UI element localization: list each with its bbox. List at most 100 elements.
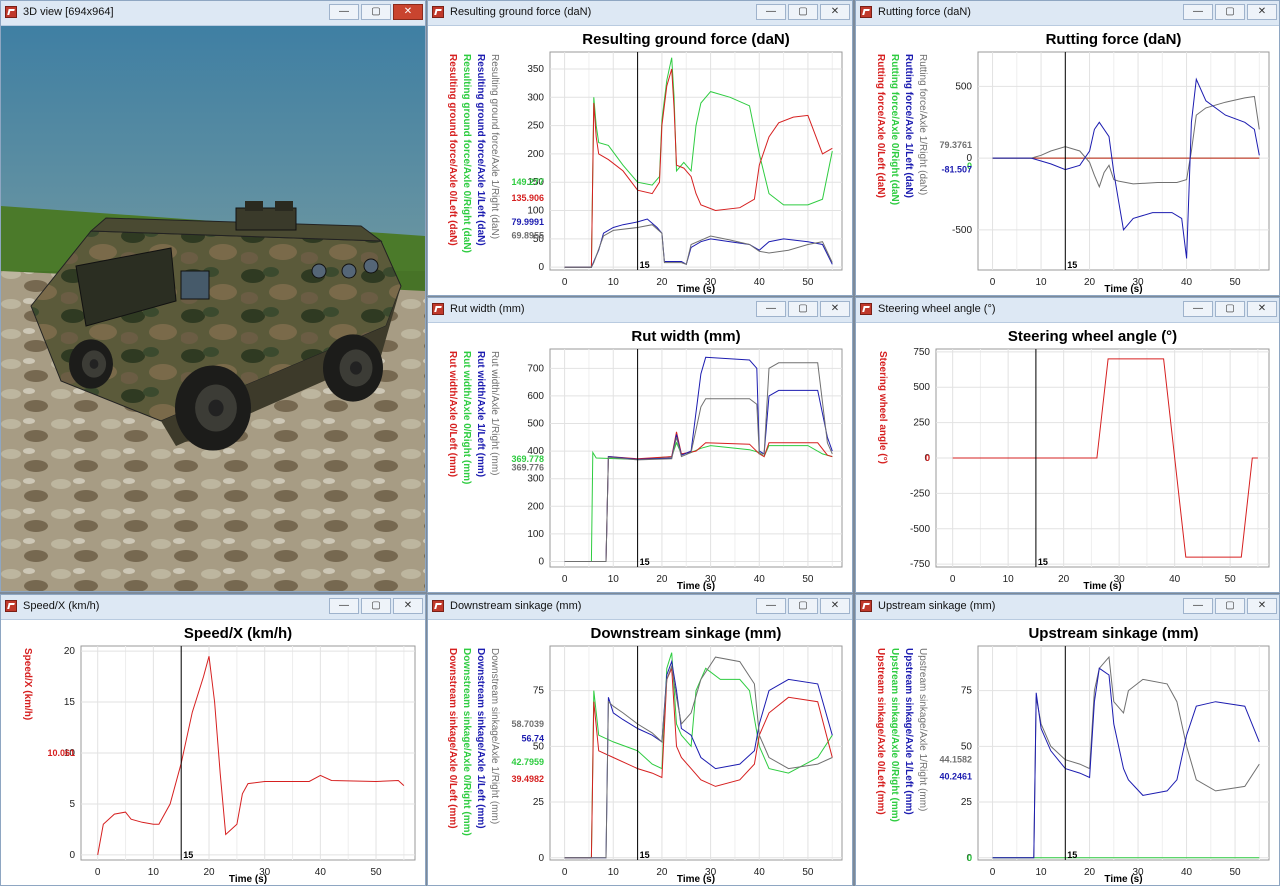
legend: Steering wheel angle (°) bbox=[877, 351, 888, 464]
window-ground[interactable]: Resulting ground force (daN) — ▢ ✕ Resulting… bbox=[427, 0, 853, 296]
value-readout: 79.3761 bbox=[939, 140, 972, 150]
value-readout: 58.7039 bbox=[511, 719, 544, 729]
legend-entry: Steering wheel angle (°) bbox=[877, 351, 888, 464]
maximize-button[interactable]: ▢ bbox=[788, 4, 818, 20]
close-button[interactable]: ✕ bbox=[820, 598, 850, 614]
x-axis-label: Time (s) bbox=[1104, 874, 1142, 885]
window-rutting[interactable]: Rutting force (daN) — ▢ ✕ Rutting force (daN… bbox=[855, 0, 1280, 296]
y-tick-label: 700 bbox=[527, 363, 544, 374]
cursor-label: 15 bbox=[640, 850, 650, 860]
window-up[interactable]: Upstream sinkage (mm) — ▢ ✕ Upstream sinkage… bbox=[855, 594, 1280, 886]
legend-entry: Downstream sinkage/Axle 0/Right (mm) bbox=[461, 648, 472, 836]
window-titlebar[interactable]: Rutting force (daN) — ▢ ✕ bbox=[856, 1, 1279, 26]
x-tick-label: 40 bbox=[754, 867, 766, 878]
maximize-button[interactable]: ▢ bbox=[1215, 598, 1245, 614]
chart-steer[interactable]: Steering wheel angle (°)0 10 20 30 40 50-750-… bbox=[856, 323, 1279, 593]
x-tick-label: 10 bbox=[608, 574, 620, 585]
minimize-button[interactable]: — bbox=[1183, 301, 1213, 317]
x-tick-label: 0 bbox=[990, 867, 996, 878]
app-icon bbox=[432, 303, 444, 315]
maximize-button[interactable]: ▢ bbox=[361, 4, 391, 20]
legend: Upstream sinkage/Axle 1/Right (mm)Upstre… bbox=[875, 648, 928, 822]
window-steer[interactable]: Steering wheel angle (°) — ▢ ✕ Steering whee… bbox=[855, 297, 1280, 593]
close-button[interactable]: ✕ bbox=[1247, 301, 1277, 317]
minimize-button[interactable]: — bbox=[329, 598, 359, 614]
maximize-button[interactable]: ▢ bbox=[1215, 4, 1245, 20]
value-readout: 69.8955 bbox=[511, 231, 544, 241]
chart-title: Steering wheel angle (°) bbox=[1008, 328, 1177, 345]
x-tick-label: 50 bbox=[1229, 277, 1241, 288]
window-titlebar[interactable]: Downstream sinkage (mm) — ▢ ✕ bbox=[428, 595, 852, 620]
window-content bbox=[1, 26, 425, 591]
window-content: Speed/X (km/h) 0 10 20 30 40 50 0 5 10 15 20 Time (s… bbox=[1, 620, 425, 885]
x-axis-label: Time (s) bbox=[1104, 284, 1142, 295]
close-button[interactable]: ✕ bbox=[1247, 4, 1277, 20]
x-tick-label: 10 bbox=[608, 277, 620, 288]
y-tick-label: 50 bbox=[961, 741, 973, 752]
y-tick-label: 0 bbox=[538, 853, 544, 864]
window-titlebar[interactable]: Rut width (mm) — ▢ ✕ bbox=[428, 298, 852, 323]
maximize-button[interactable]: ▢ bbox=[361, 598, 391, 614]
legend: Downstream sinkage/Axle 1/Right (mm)Down… bbox=[447, 648, 500, 836]
maximize-button[interactable]: ▢ bbox=[788, 598, 818, 614]
chart-down[interactable]: Downstream sinkage (mm)0 10 20 30 40 50025507… bbox=[428, 620, 852, 886]
chart-rutting[interactable]: Rutting force (daN)0 10 20 30 40 50-5000500Ti… bbox=[856, 26, 1279, 296]
minimize-button[interactable]: — bbox=[1183, 4, 1213, 20]
close-button[interactable]: ✕ bbox=[393, 4, 423, 20]
legend-entry: Rut width/Axle 0/Left (mm) bbox=[447, 351, 458, 477]
window-title: Upstream sinkage (mm) bbox=[878, 600, 996, 612]
close-button[interactable]: ✕ bbox=[393, 598, 423, 614]
value-readout: 369.776 bbox=[511, 463, 544, 473]
y-tick-label: 500 bbox=[955, 81, 972, 92]
y-tick-label: 75 bbox=[961, 686, 973, 697]
x-axis-label: Time (s) bbox=[229, 874, 267, 885]
close-button[interactable]: ✕ bbox=[1247, 598, 1277, 614]
y-tick-label: 250 bbox=[527, 121, 544, 132]
x-tick-label: 20 bbox=[1058, 574, 1070, 585]
chart-up[interactable]: Upstream sinkage (mm)0 10 20 30 40 500255075T… bbox=[856, 620, 1279, 886]
y-tick-label: 20 bbox=[64, 646, 76, 657]
close-button[interactable]: ✕ bbox=[820, 4, 850, 20]
legend-entry: Speed/X (km/h) bbox=[22, 648, 33, 720]
window-down[interactable]: Downstream sinkage (mm) — ▢ ✕ Downstream sin… bbox=[427, 594, 853, 886]
window-speed[interactable]: Speed/X (km/h) — ▢ ✕ Speed/X (km/h) 0 10 20 30 40… bbox=[0, 594, 426, 886]
x-tick-label: 40 bbox=[754, 574, 766, 585]
y-tick-label: 300 bbox=[527, 474, 544, 485]
minimize-button[interactable]: — bbox=[756, 598, 786, 614]
window-title: Speed/X (km/h) bbox=[23, 600, 100, 612]
x-tick-label: 0 bbox=[950, 574, 956, 585]
3d-scene[interactable] bbox=[1, 26, 425, 592]
x-tick-label: 0 bbox=[562, 277, 568, 288]
y-tick-label: 300 bbox=[527, 92, 544, 103]
x-tick-label: 40 bbox=[1181, 277, 1193, 288]
maximize-button[interactable]: ▢ bbox=[788, 301, 818, 317]
chart-speed[interactable]: Speed/X (km/h)0 10 20 30 40 5005101520Time (s… bbox=[1, 620, 425, 886]
y-tick-label: 25 bbox=[533, 797, 545, 808]
window-rutwidth[interactable]: Rut width (mm) — ▢ ✕ Rut width (mm) 0 10 20 30 40… bbox=[427, 297, 853, 593]
cursor-label: 15 bbox=[1038, 557, 1048, 567]
window-title: Rutting force (daN) bbox=[878, 6, 971, 18]
window-view3d[interactable]: 3D view [694x964] — ▢ ✕ bbox=[0, 0, 426, 592]
x-tick-label: 40 bbox=[1169, 574, 1181, 585]
minimize-button[interactable]: — bbox=[329, 4, 359, 20]
window-titlebar[interactable]: 3D view [694x964] — ▢ ✕ bbox=[1, 1, 425, 26]
chart-ground[interactable]: Resulting ground force (daN)0 10 20 30 40 500… bbox=[428, 26, 852, 296]
close-button[interactable]: ✕ bbox=[820, 301, 850, 317]
value-readout: 10.061 bbox=[47, 748, 75, 758]
minimize-button[interactable]: — bbox=[756, 4, 786, 20]
window-titlebar[interactable]: Speed/X (km/h) — ▢ ✕ bbox=[1, 595, 425, 620]
window-titlebar[interactable]: Steering wheel angle (°) — ▢ ✕ bbox=[856, 298, 1279, 323]
maximize-button[interactable]: ▢ bbox=[1215, 301, 1245, 317]
x-tick-label: 40 bbox=[315, 867, 327, 878]
x-tick-label: 50 bbox=[802, 867, 814, 878]
x-tick-label: 0 bbox=[562, 867, 568, 878]
y-tick-label: 75 bbox=[533, 686, 545, 697]
window-titlebar[interactable]: Upstream sinkage (mm) — ▢ ✕ bbox=[856, 595, 1279, 620]
chart-rutwidth[interactable]: Rut width (mm)0 10 20 30 40 50010020030040050… bbox=[428, 323, 852, 593]
minimize-button[interactable]: — bbox=[756, 301, 786, 317]
cursor-label: 15 bbox=[183, 850, 193, 860]
window-titlebar[interactable]: Resulting ground force (daN) — ▢ ✕ bbox=[428, 1, 852, 26]
minimize-button[interactable]: — bbox=[1183, 598, 1213, 614]
x-tick-label: 20 bbox=[1084, 867, 1096, 878]
legend-entry: Rutting force/Axle 0/Right (daN) bbox=[889, 54, 900, 205]
